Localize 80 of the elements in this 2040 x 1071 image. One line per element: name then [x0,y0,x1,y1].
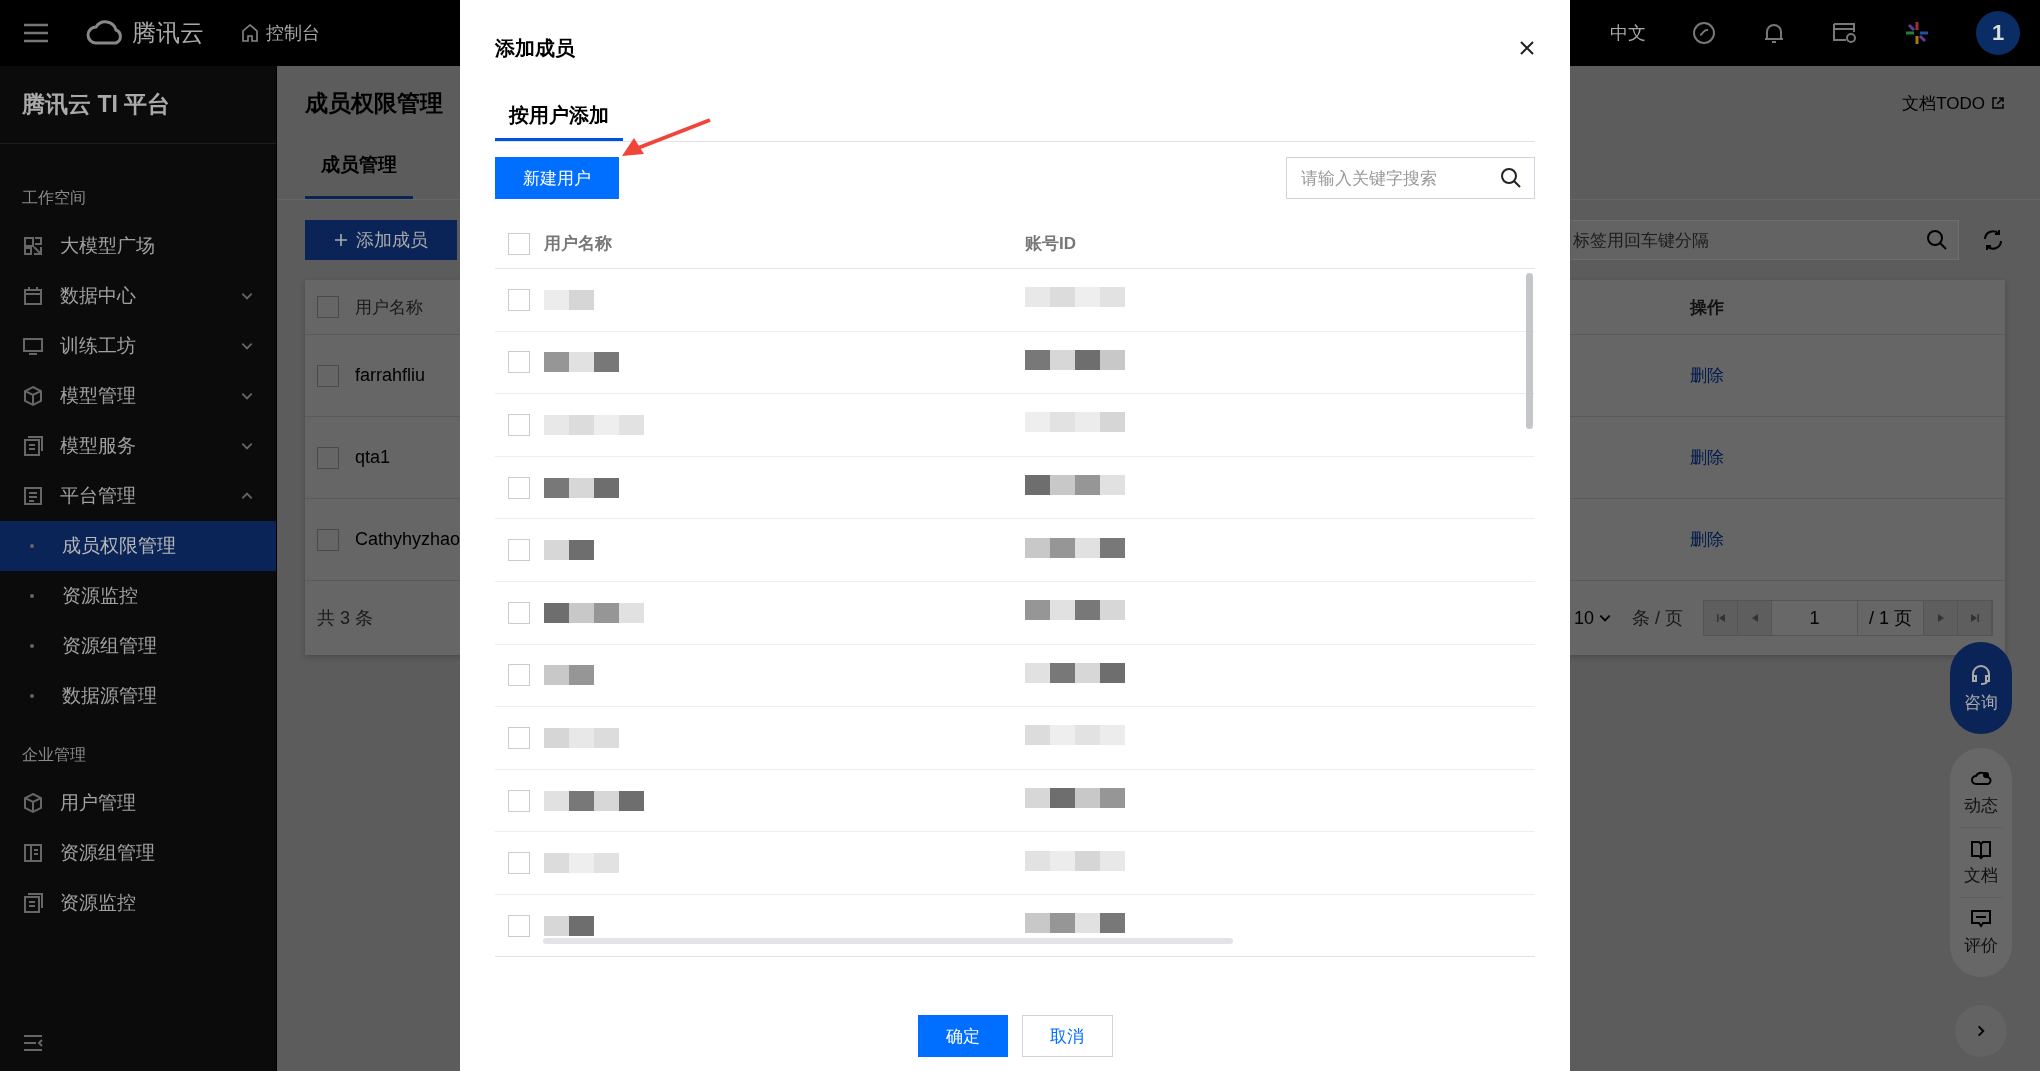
user-avatar[interactable]: 1 [1976,11,2020,55]
checkbox[interactable] [317,528,339,551]
page-title: 成员权限管理 [305,88,443,118]
external-link-icon[interactable] [1991,96,2005,110]
language-menu[interactable]: 中文 [1610,21,1646,45]
cloud-logo-icon [86,20,124,46]
menu-item-icon [22,235,44,257]
collapse-icon[interactable] [22,1034,44,1052]
menu-item-icon [22,842,44,864]
comment-icon [1970,908,1992,930]
menu-item-icon [22,892,44,914]
console-link[interactable]: 控制台 [266,21,320,45]
page-size-unit: 条 / 页 [1632,607,1683,630]
redacted-name [544,289,594,310]
sidebar-item[interactable]: 资源组管理 [0,828,276,878]
sidebar-item[interactable]: 模型管理 [0,371,276,421]
column-header: 操作 [1690,296,1725,319]
tab[interactable]: 按用户添加 [495,102,623,141]
menu-item-icon [22,485,44,507]
sidebar-item[interactable]: 用户管理 [0,778,276,828]
checkbox[interactable] [317,364,339,387]
new-user-button[interactable]: 新建用户 [495,157,619,199]
prev-page-button[interactable] [1738,601,1772,635]
sidebar-item[interactable]: 平台管理 [0,471,276,521]
close-button[interactable] [1519,40,1535,56]
sidebar-subitem[interactable]: 资源组管理 [0,621,276,671]
search-icon[interactable] [1500,167,1522,189]
sidebar-subitem[interactable]: 资源监控 [0,571,276,621]
settings-card-icon[interactable] [1832,21,1858,45]
checkbox[interactable] [317,446,339,469]
redacted-name [544,915,594,936]
next-page-button[interactable] [1924,601,1958,635]
close-icon [1519,40,1535,56]
headset-icon [1969,662,1993,687]
menu-item-icon [22,435,44,457]
sidebar-item[interactable]: 大模型广场 [0,221,276,271]
first-page-icon [1714,612,1727,624]
bell-icon[interactable] [1762,21,1786,45]
horizontal-scrollbar[interactable] [543,938,1233,944]
menu-item-icon [22,335,44,357]
section-heading: 企业管理 [21,745,87,765]
cancel-button[interactable]: 取消 [1021,1015,1113,1057]
sidebar-item[interactable]: 资源监控 [0,878,276,928]
sidebar-subitem[interactable]: 数据源管理 [0,671,276,721]
user-name: Cathyhyzhao [355,529,461,550]
menu-icon[interactable] [22,22,50,44]
last-page-button[interactable] [1958,601,1992,635]
sidebar-item[interactable]: 数据中心 [0,271,276,321]
column-header: 账号ID [1025,233,1077,255]
select-all-checkbox[interactable] [317,296,339,318]
column-header: 用户名称 [355,296,423,319]
menu-item-icon [22,385,44,407]
platform-title: 腾讯云 TI 平台 [0,66,276,144]
column-header: 用户名称 [544,233,612,255]
redacted-name [544,665,594,686]
menu-item-icon [22,792,44,814]
user-name: farrahfliu [355,365,426,386]
user-name: qta1 [355,447,391,468]
refresh-icon[interactable] [1981,228,2005,252]
dialog-title: 添加成员 [495,35,575,61]
last-page-icon [1968,612,1981,624]
brand-name[interactable]: 腾讯云 [132,17,204,49]
add-member-button[interactable]: 添加成员 [305,220,457,260]
expand-button[interactable] [1955,1005,2007,1057]
scrollbar-thumb[interactable] [1526,273,1533,429]
first-page-button[interactable] [1704,601,1738,635]
page-size-select[interactable]: 10 [1573,607,1612,629]
total-count: 共 3 条 [317,607,373,630]
sidebar-item[interactable]: 训练工坊 [0,321,276,371]
consult-button[interactable]: 咨询 [1950,642,2012,734]
home-icon [240,23,260,43]
sidebar-item[interactable]: 模型服务 [0,421,276,471]
section-heading: 工作空间 [21,188,87,208]
sidebar-subitem[interactable]: 成员权限管理 [0,521,276,571]
plus-icon [334,233,348,247]
pinwheel-icon[interactable] [1904,20,1930,46]
redacted-name [544,540,594,561]
book-icon [1970,838,1992,860]
menu-item-icon [22,285,44,307]
confirm-button[interactable]: 确定 [917,1015,1008,1057]
